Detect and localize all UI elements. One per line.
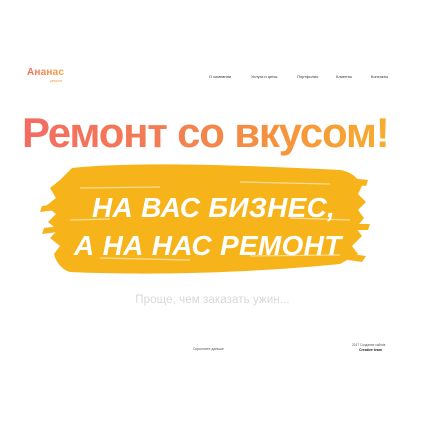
credits-line-1: 2017 Создание сайтов bbox=[352, 343, 386, 347]
nav-item-portfolio[interactable]: Портфолио bbox=[297, 74, 318, 79]
nav-item-about[interactable]: О компании bbox=[209, 74, 231, 79]
hero-headline: Ремонт со вкусом! bbox=[22, 108, 402, 158]
main-nav: О компании Услуги и цены Портфолио Клиен… bbox=[0, 74, 425, 82]
slogan-line-2: А НА НАС РЕМОНТ bbox=[74, 230, 342, 261]
hero-subtitle: Проще, чем заказать ужин... bbox=[135, 294, 290, 306]
scroll-down-link[interactable]: Скроллите дальше bbox=[193, 347, 224, 351]
credits-line-2: Creative team bbox=[359, 348, 382, 352]
slogan-line-1: НА ВАС БИЗНЕС, bbox=[92, 192, 336, 223]
nav-item-services[interactable]: Услуги и цены bbox=[251, 74, 277, 79]
landing-page: Ананас ремонт О компании Услуги и цены П… bbox=[0, 0, 425, 425]
nav-item-contacts[interactable]: Контакты bbox=[371, 74, 388, 79]
nav-item-clients[interactable]: Клиенты bbox=[336, 74, 352, 79]
